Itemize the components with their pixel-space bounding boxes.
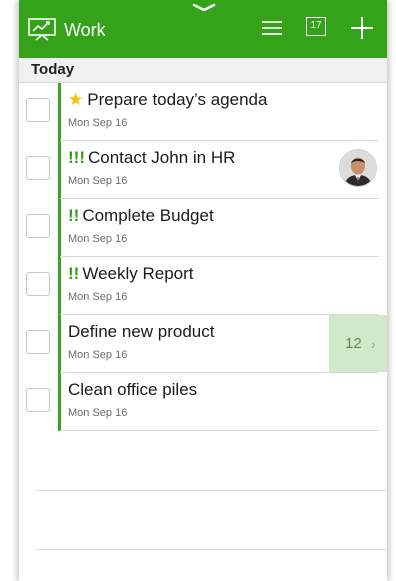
task-title: Clean office piles (68, 380, 198, 399)
task-checkbox[interactable] (26, 214, 50, 238)
menu-icon[interactable] (261, 18, 283, 38)
task-date: Mon Sep 16 (68, 175, 128, 187)
task-row[interactable]: Define new product Mon Sep 16 12 › (19, 315, 387, 373)
empty-row-divider (35, 549, 387, 550)
calendar-day: 17 (310, 20, 322, 31)
task-checkbox[interactable] (26, 156, 50, 180)
task-date: Mon Sep 16 (68, 349, 128, 361)
task-row[interactable]: ★ Prepare today’s agenda Mon Sep 16 (19, 83, 387, 141)
calendar-icon[interactable]: 17 (306, 17, 330, 39)
task-row[interactable]: !!! Contact John in HR Mon Sep 16 (19, 141, 387, 199)
task-date: Mon Sep 16 (68, 291, 128, 303)
priority-marker: !! (68, 206, 80, 225)
chevron-down-icon[interactable] (191, 3, 217, 13)
task-title: !!! Contact John in HR (68, 148, 236, 167)
task-title: !! Complete Budget (68, 206, 214, 225)
task-row[interactable]: !! Complete Budget Mon Sep 16 (19, 199, 387, 257)
task-row[interactable]: !! Weekly Report Mon Sep 16 (19, 257, 387, 315)
list-color-bar (58, 315, 61, 373)
task-date: Mon Sep 16 (68, 407, 128, 419)
priority-marker: !!! (68, 148, 85, 167)
section-header-today: Today (19, 58, 387, 83)
list-color-bar (58, 199, 61, 257)
task-checkbox[interactable] (26, 272, 50, 296)
section-title: Today (31, 61, 75, 78)
empty-row-divider (35, 490, 387, 491)
chevron-right-icon: › (371, 336, 376, 352)
plus-icon[interactable] (349, 15, 375, 41)
task-title: ★ Prepare today’s agenda (68, 90, 268, 109)
task-checkbox[interactable] (26, 330, 50, 354)
star-icon[interactable]: ★ (68, 90, 83, 109)
avatar[interactable] (339, 149, 377, 187)
swipe-action-button[interactable]: 12 › (329, 315, 387, 372)
list-color-bar (58, 373, 61, 431)
priority-marker: !! (68, 264, 80, 283)
list-title[interactable]: Work (64, 20, 106, 40)
task-date: Mon Sep 16 (68, 117, 128, 129)
task-date: Mon Sep 16 (68, 233, 128, 245)
list-color-bar (58, 83, 61, 141)
task-list: ★ Prepare today’s agenda Mon Sep 16 !!! Co… (19, 83, 387, 431)
task-checkbox[interactable] (26, 98, 50, 122)
task-row[interactable]: Clean office piles Mon Sep 16 (19, 373, 387, 431)
task-title: !! Weekly Report (68, 264, 194, 283)
task-title: Define new product (68, 322, 215, 341)
list-color-bar (58, 141, 61, 199)
top-bar: Work 17 (19, 0, 387, 58)
phone-screen: Work 17 Today ★ Prepare today’s agenda Mo… (19, 0, 387, 581)
swipe-count: 12 (345, 335, 362, 352)
list-color-bar (58, 257, 61, 315)
presentation-chart-icon (28, 18, 56, 41)
task-checkbox[interactable] (26, 388, 50, 412)
